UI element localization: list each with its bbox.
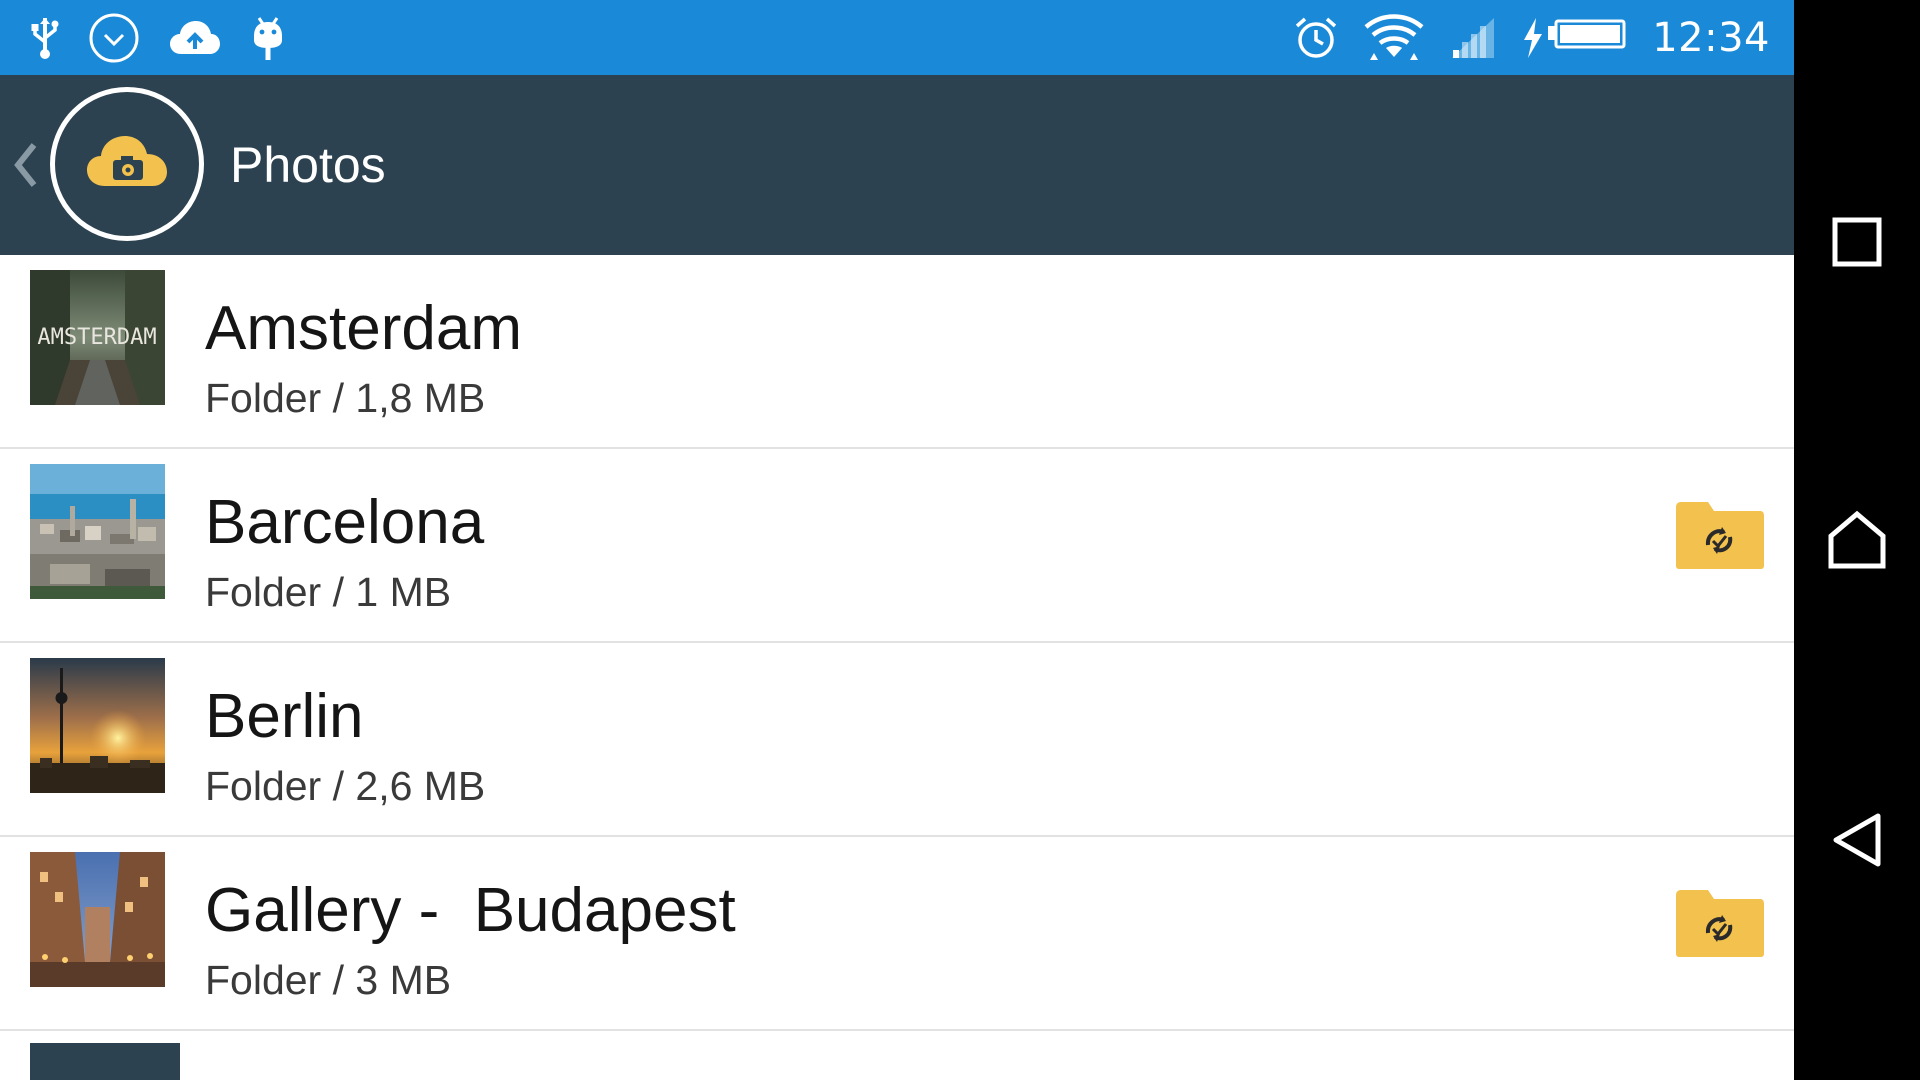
- folder-meta: Folder / 1,8 MB: [205, 375, 486, 421]
- folder-thumbnail: AMSTERDAM: [30, 270, 165, 405]
- folder-name: Berlin: [205, 682, 364, 751]
- wifi-icon: [1364, 13, 1424, 63]
- battery-charging-icon: [1522, 16, 1626, 60]
- folder-item-partial[interactable]: [0, 1031, 1794, 1080]
- cloud-camera-icon: [83, 132, 171, 197]
- folder-name: Gallery - Budapest: [205, 876, 736, 945]
- folder-list: AMSTERDAM Amsterdam Folder / 1,8 MB Barc…: [0, 255, 1794, 1080]
- folder-name: Amsterdam: [205, 294, 522, 363]
- folder-meta: Folder / 1 MB: [205, 569, 452, 615]
- folder-item-berlin[interactable]: Berlin Folder / 2,6 MB: [0, 643, 1794, 837]
- navigation-bar: [1794, 0, 1920, 1080]
- folder-meta: Folder / 2,6 MB: [205, 763, 486, 809]
- folder-thumbnail: [30, 852, 165, 987]
- cellular-signal-icon: [1450, 16, 1496, 60]
- folder-item-gallery-budapest[interactable]: Gallery - Budapest Folder / 3 MB: [0, 837, 1794, 1031]
- usb-icon: [30, 16, 60, 60]
- app-screen: 12:34 Photos AMSTERDAM Amsterdam Folder …: [0, 0, 1794, 1080]
- alarm-icon: [1294, 16, 1338, 60]
- folder-thumbnail: [30, 658, 165, 793]
- action-bar: Photos: [0, 75, 1794, 255]
- download-circle-icon: [88, 12, 140, 64]
- folder-name: Barcelona: [205, 488, 485, 557]
- status-clock: 12:34: [1652, 14, 1770, 61]
- folder-meta: Folder / 3 MB: [205, 957, 452, 1003]
- back-icon[interactable]: [1827, 810, 1887, 870]
- status-bar: 12:34: [0, 0, 1794, 75]
- recents-icon[interactable]: [1827, 212, 1887, 272]
- system-icons: 12:34: [1294, 0, 1770, 75]
- folder-item-barcelona[interactable]: Barcelona Folder / 1 MB: [0, 449, 1794, 643]
- chevron-left-icon[interactable]: [10, 139, 40, 191]
- thumbnail-text: AMSTERDAM: [37, 325, 156, 350]
- folder-item-amsterdam[interactable]: AMSTERDAM Amsterdam Folder / 1,8 MB: [0, 255, 1794, 449]
- cloud-upload-icon: [168, 18, 222, 58]
- folder-sync-icon[interactable]: [1674, 887, 1766, 959]
- folder-thumbnail: [30, 464, 165, 599]
- android-debug-icon: [250, 14, 286, 62]
- app-logo[interactable]: [50, 87, 204, 241]
- page-title: Photos: [230, 137, 386, 193]
- folder-thumbnail: [30, 1043, 180, 1080]
- folder-sync-icon[interactable]: [1674, 499, 1766, 571]
- home-icon[interactable]: [1827, 510, 1887, 570]
- notification-icons: [30, 0, 286, 75]
